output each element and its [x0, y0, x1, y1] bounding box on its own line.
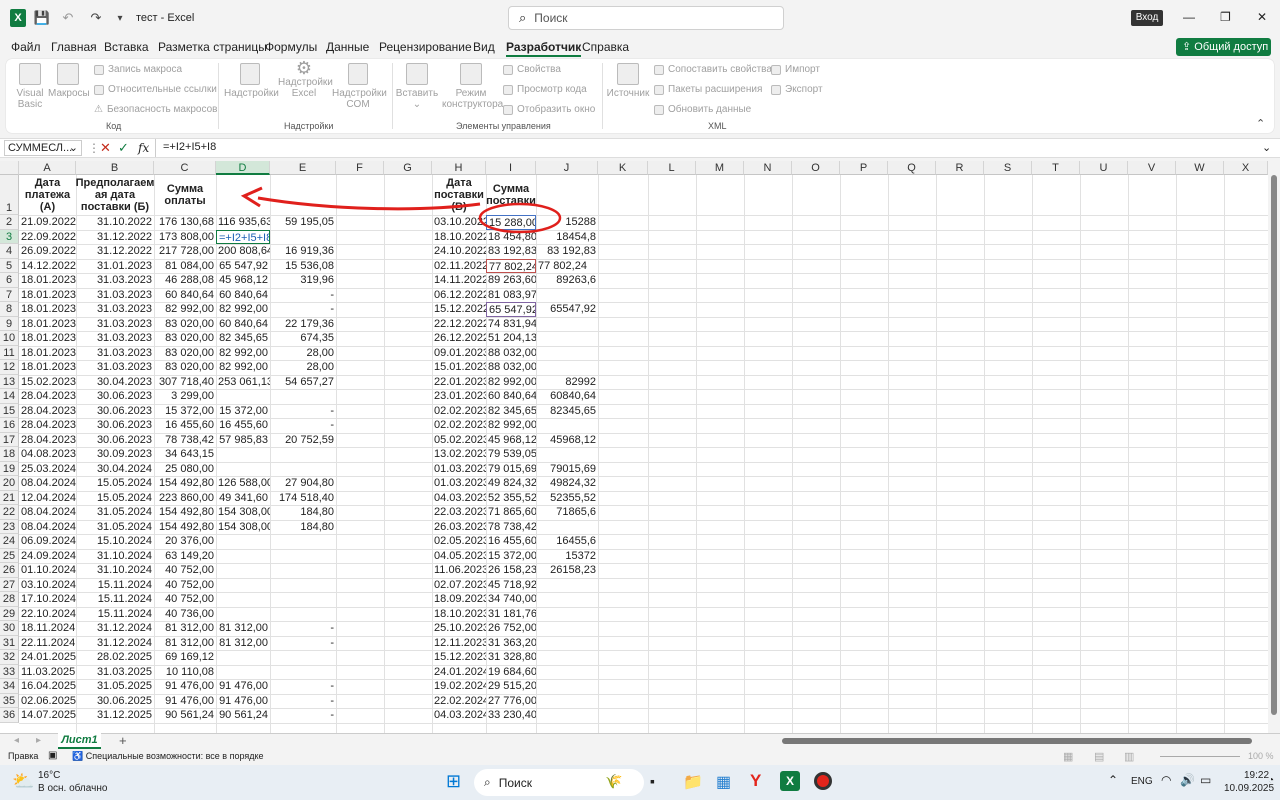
annotation-arrow-line — [257, 196, 481, 211]
annotation-circle — [478, 202, 562, 234]
hand-drawn-annotation — [240, 186, 562, 234]
